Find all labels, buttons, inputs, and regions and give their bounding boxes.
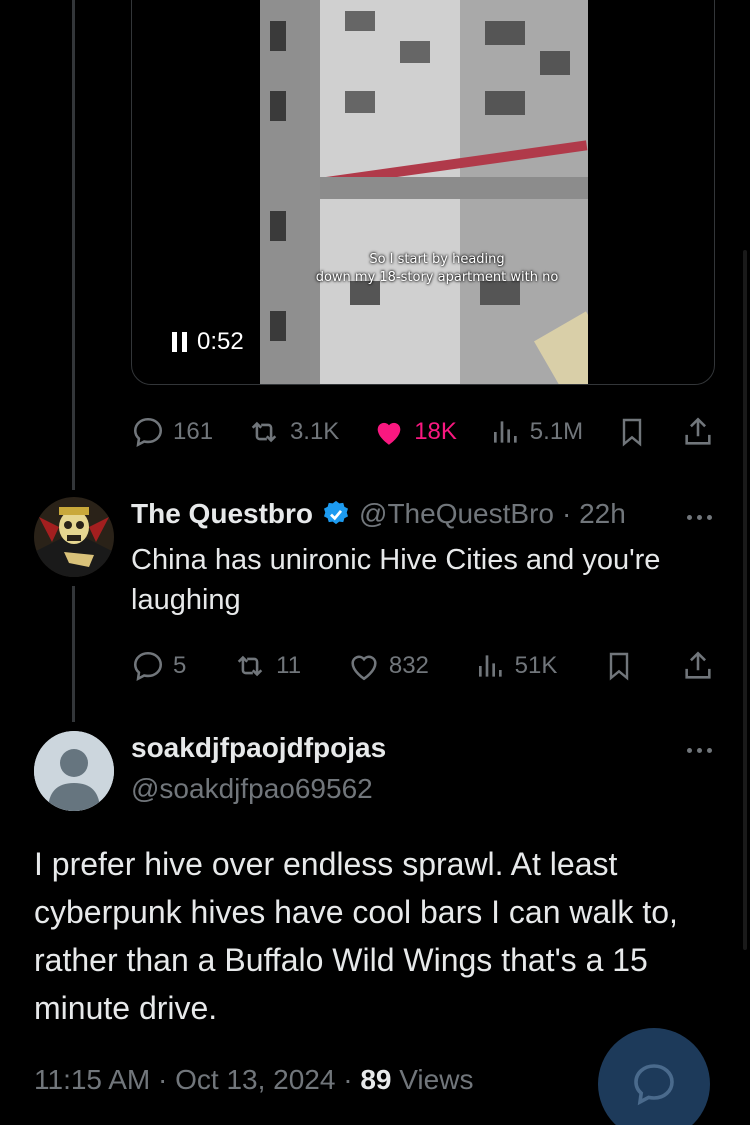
main-author-name-row: soakdjfpaojdfpojas xyxy=(131,732,386,764)
tweet-timestamp[interactable]: 11:15 AM · Oct 13, 2024 · xyxy=(34,1064,360,1095)
thread-line-top xyxy=(72,0,75,490)
repost-button[interactable]: 11 xyxy=(232,649,301,683)
main-display-name[interactable]: soakdjfpaojdfpojas xyxy=(131,732,386,764)
like-button[interactable]: 18K xyxy=(372,415,457,449)
reply-time[interactable]: · 22h xyxy=(562,498,626,530)
repost-button[interactable]: 3.1K xyxy=(246,415,339,449)
share-icon xyxy=(685,417,711,445)
pause-icon[interactable] xyxy=(172,332,187,352)
more-icon[interactable] xyxy=(687,748,712,753)
repost-icon xyxy=(237,655,263,677)
repost-count: 3.1K xyxy=(289,418,340,445)
views-button[interactable]: 5.1M xyxy=(490,416,583,448)
reply-icon xyxy=(133,417,163,448)
caption-line-2: down my 18-story apartment with no xyxy=(315,270,559,285)
compose-reply-icon xyxy=(634,1064,674,1106)
video-time: 0:52 xyxy=(197,328,244,355)
like-icon xyxy=(377,422,401,445)
reply-count: 5 xyxy=(173,652,187,679)
verified-badge-icon xyxy=(324,500,349,525)
tweet-meta: 11:15 AM · Oct 13, 2024 · 89 Views xyxy=(34,1064,473,1096)
thread-line-mid xyxy=(72,586,75,722)
reply-author-row: The Questbro @TheQuestBro · 22h xyxy=(131,498,626,530)
views-count: 51K xyxy=(514,652,558,679)
like-count: 18K xyxy=(414,418,457,445)
video-frame xyxy=(260,0,588,384)
reply-action-bar: 5 11 832 51K xyxy=(131,648,715,684)
bookmark-button[interactable] xyxy=(616,415,648,449)
main-tweet-text: I prefer hive over endless sprawl. At le… xyxy=(34,846,678,1026)
like-button[interactable]: 832 xyxy=(347,649,429,683)
reply-count: 161 xyxy=(173,418,214,445)
video-timer[interactable]: 0:52 xyxy=(162,323,254,361)
reply-button[interactable]: 161 xyxy=(131,415,213,449)
share-icon xyxy=(685,651,711,679)
reply-handle[interactable]: @TheQuestBro xyxy=(359,498,554,530)
share-button[interactable] xyxy=(681,415,715,449)
main-handle[interactable]: @soakdjfpao69562 xyxy=(131,773,373,805)
bookmark-icon xyxy=(622,418,642,447)
bookmark-button[interactable] xyxy=(603,649,635,683)
reply-icon xyxy=(133,651,163,682)
views-button[interactable]: 51K xyxy=(475,650,558,682)
questbro-avatar[interactable] xyxy=(34,497,114,577)
views-count: 5.1M xyxy=(529,418,584,445)
video-player[interactable]: So I start by heading down my 18-story a… xyxy=(131,0,715,385)
views-label: Views xyxy=(391,1064,474,1095)
reply-display-name[interactable]: The Questbro xyxy=(131,498,313,530)
video-caption: So I start by heading down my 18-story a… xyxy=(292,251,582,287)
reply-text: China has unironic Hive Cities and you'r… xyxy=(131,544,661,616)
like-count: 832 xyxy=(388,652,429,679)
views-count: 89 xyxy=(360,1064,392,1095)
views-icon xyxy=(478,655,502,677)
main-author-avatar[interactable] xyxy=(34,731,114,811)
tweet1-action-bar: 161 3.1K 18K 5.1M xyxy=(131,414,715,450)
views-icon xyxy=(493,421,517,443)
caption-line-1: So I start by heading xyxy=(369,252,505,267)
repost-icon xyxy=(251,421,277,443)
compose-reply-button[interactable] xyxy=(598,1028,710,1125)
repost-count: 11 xyxy=(276,652,302,679)
scrollbar[interactable] xyxy=(743,250,747,950)
bookmark-icon xyxy=(609,652,629,681)
share-button[interactable] xyxy=(681,649,715,683)
reply-button[interactable]: 5 xyxy=(131,649,186,683)
main-author-handle-row: @soakdjfpao69562 xyxy=(131,773,373,805)
like-icon xyxy=(351,655,377,681)
more-icon[interactable] xyxy=(687,515,712,520)
